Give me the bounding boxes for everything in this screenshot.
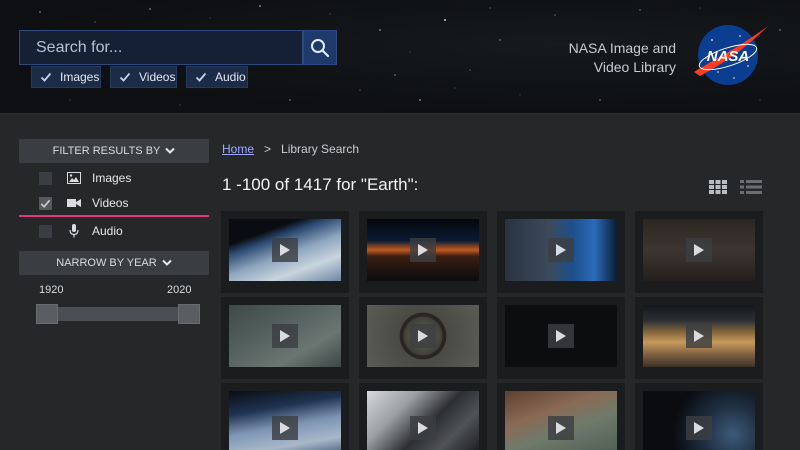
breadcrumb-current: Library Search — [281, 142, 360, 156]
breadcrumb-home-link[interactable]: Home — [222, 142, 254, 156]
play-icon — [410, 416, 436, 440]
video-result-tile[interactable] — [359, 211, 487, 293]
image-icon — [67, 171, 81, 185]
brand-title-line2: Video Library — [593, 59, 676, 75]
video-result-tile[interactable] — [497, 297, 625, 379]
header: Images Videos Audio NASA Image and Video… — [0, 0, 800, 114]
filter-label: Audio — [92, 224, 123, 238]
chevron-down-icon — [165, 147, 176, 154]
play-icon — [272, 416, 298, 440]
play-icon — [272, 238, 298, 262]
play-icon — [548, 416, 574, 440]
filter-results-header[interactable]: FILTER RESULTS BY — [19, 139, 209, 163]
filter-checkbox[interactable] — [39, 224, 52, 238]
filter-label: Videos — [92, 196, 129, 210]
results-count: 1 -100 of 1417 for "Earth": — [222, 175, 419, 194]
filter-label: Images — [92, 171, 132, 185]
media-filter-label: Images — [60, 70, 100, 84]
video-result-tile[interactable] — [221, 297, 349, 379]
narrow-by-year-header[interactable]: NARROW BY YEAR — [19, 251, 209, 275]
video-result-tile[interactable] — [497, 211, 625, 293]
video-result-tile[interactable] — [359, 297, 487, 379]
play-icon — [410, 324, 436, 348]
search-input[interactable] — [19, 30, 303, 65]
video-result-tile[interactable] — [359, 383, 487, 450]
list-view-icon[interactable] — [740, 180, 762, 194]
play-icon — [548, 324, 574, 348]
checkmark-icon — [40, 71, 52, 83]
filter-results-title: FILTER RESULTS BY — [52, 145, 161, 157]
media-filter-audio[interactable]: Audio — [186, 66, 248, 88]
checkmark-icon — [195, 71, 207, 83]
breadcrumb-separator: > — [264, 142, 272, 156]
year-range-slider[interactable] — [38, 307, 198, 321]
play-icon — [272, 324, 298, 348]
grid-view-icon[interactable] — [709, 180, 727, 194]
filter-checkbox[interactable] — [39, 171, 52, 185]
microphone-icon — [67, 224, 81, 238]
breadcrumb: Home > Library Search — [222, 142, 359, 156]
play-icon — [686, 324, 712, 348]
checkmark-icon — [119, 71, 131, 83]
video-result-tile[interactable] — [221, 211, 349, 293]
year-slider-max-handle[interactable] — [178, 304, 200, 324]
video-result-tile[interactable] — [497, 383, 625, 450]
media-filter-label: Audio — [215, 70, 246, 84]
year-max-label: 2020 — [167, 284, 192, 296]
media-filter-label: Videos — [139, 70, 176, 84]
checkmark-icon — [40, 199, 51, 208]
year-min-label: 1920 — [39, 284, 64, 296]
search-button[interactable] — [303, 30, 337, 65]
video-camera-icon — [67, 196, 81, 210]
video-result-tile[interactable] — [635, 297, 763, 379]
chevron-down-icon — [162, 259, 172, 266]
play-icon — [686, 416, 712, 440]
filter-videos[interactable]: Videos — [19, 191, 209, 217]
media-filter-images[interactable]: Images — [31, 66, 101, 88]
filter-images[interactable]: Images — [19, 165, 209, 191]
year-slider-min-handle[interactable] — [36, 304, 58, 324]
brand-title: NASA Image and Video Library — [540, 39, 676, 77]
play-icon — [548, 238, 574, 262]
brand-title-line1: NASA Image and — [568, 40, 676, 56]
filter-checkbox[interactable] — [39, 196, 52, 210]
nasa-logo-icon[interactable]: NASA — [688, 20, 770, 90]
narrow-by-year-title: NARROW BY YEAR — [56, 257, 157, 269]
video-result-tile[interactable] — [635, 383, 763, 450]
video-result-tile[interactable] — [635, 211, 763, 293]
search-icon — [311, 38, 330, 57]
play-icon — [686, 238, 712, 262]
svg-text:NASA: NASA — [707, 48, 750, 65]
media-filter-videos[interactable]: Videos — [110, 66, 177, 88]
play-icon — [410, 238, 436, 262]
video-result-tile[interactable] — [221, 383, 349, 450]
filter-audio[interactable]: Audio — [19, 218, 209, 244]
